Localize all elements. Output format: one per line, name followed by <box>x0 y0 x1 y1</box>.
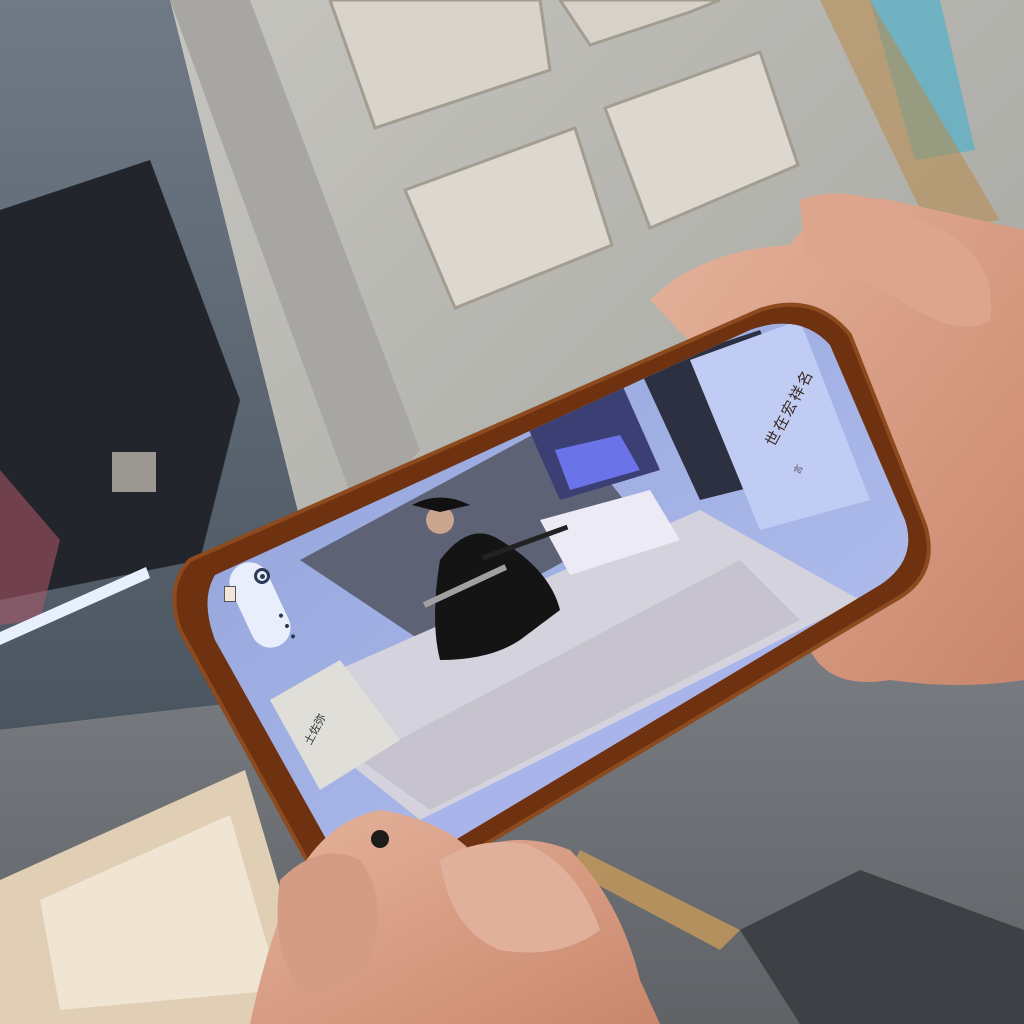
back-icon[interactable] <box>224 586 236 602</box>
camera-pill-icon[interactable] <box>254 568 270 584</box>
record-icon[interactable] <box>371 830 389 848</box>
photo-scene <box>0 0 1024 1024</box>
small-panel <box>112 452 156 492</box>
